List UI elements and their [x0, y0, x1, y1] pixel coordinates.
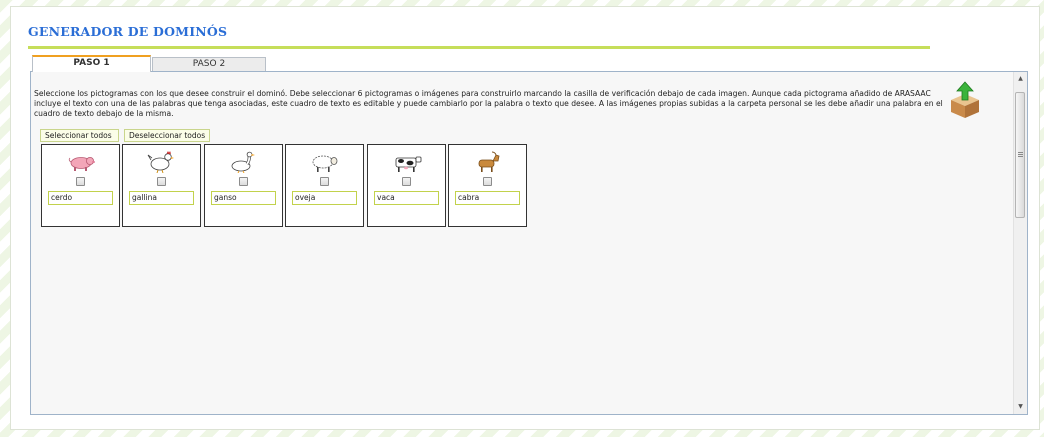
pictogram-word-input[interactable]: cabra	[455, 191, 520, 205]
scroll-up-icon[interactable]: ▲	[1014, 73, 1027, 85]
step1-panel: Seleccione los pictogramas con los que d…	[30, 71, 1028, 415]
pictogram-word-input[interactable]: vaca	[374, 191, 439, 205]
sheep-icon	[312, 155, 338, 172]
app-card: GENERADOR DE DOMINÓS PASO 1 PASO 2 Selec…	[10, 6, 1040, 430]
pictogram-tile: cerdo	[41, 144, 120, 227]
scrollbar-thumb[interactable]	[1015, 92, 1025, 218]
tab-paso-1[interactable]: PASO 1	[32, 55, 151, 72]
pictogram-checkbox[interactable]	[157, 177, 166, 186]
pictogram-tile: ganso	[204, 144, 283, 227]
hen-icon	[147, 151, 174, 173]
goat-icon	[478, 151, 500, 172]
pictogram-checkbox[interactable]	[76, 177, 85, 186]
scroll-down-icon[interactable]: ▼	[1014, 401, 1027, 413]
pictogram-tile: vaca	[367, 144, 446, 227]
cow-icon	[395, 156, 422, 172]
vertical-scrollbar[interactable]: ▲ ▼	[1013, 72, 1027, 414]
pictogram-word-input[interactable]: oveja	[292, 191, 357, 205]
pictogram-checkbox[interactable]	[483, 177, 492, 186]
pictogram-checkbox[interactable]	[402, 177, 411, 186]
pig-icon	[68, 157, 95, 171]
pictogram-checkbox[interactable]	[320, 177, 329, 186]
instructions-text: Seleccione los pictogramas con los que d…	[34, 89, 943, 118]
upload-box-icon[interactable]	[947, 80, 983, 120]
grip-icon	[1018, 152, 1023, 158]
pictogram-tile: cabra	[448, 144, 527, 227]
pictogram-word-input[interactable]: ganso	[211, 191, 276, 205]
deselect-all-button[interactable]: Deseleccionar todos	[124, 129, 210, 142]
pictogram-checkbox[interactable]	[239, 177, 248, 186]
title-divider	[28, 46, 930, 49]
goose-icon	[231, 151, 255, 173]
page-title: GENERADOR DE DOMINÓS	[28, 24, 228, 39]
select-all-button[interactable]: Seleccionar todos	[40, 129, 119, 142]
pictogram-word-input[interactable]: cerdo	[48, 191, 113, 205]
pictogram-tile: gallina	[122, 144, 201, 227]
pictogram-word-input[interactable]: gallina	[129, 191, 194, 205]
pictogram-tile: oveja	[285, 144, 364, 227]
